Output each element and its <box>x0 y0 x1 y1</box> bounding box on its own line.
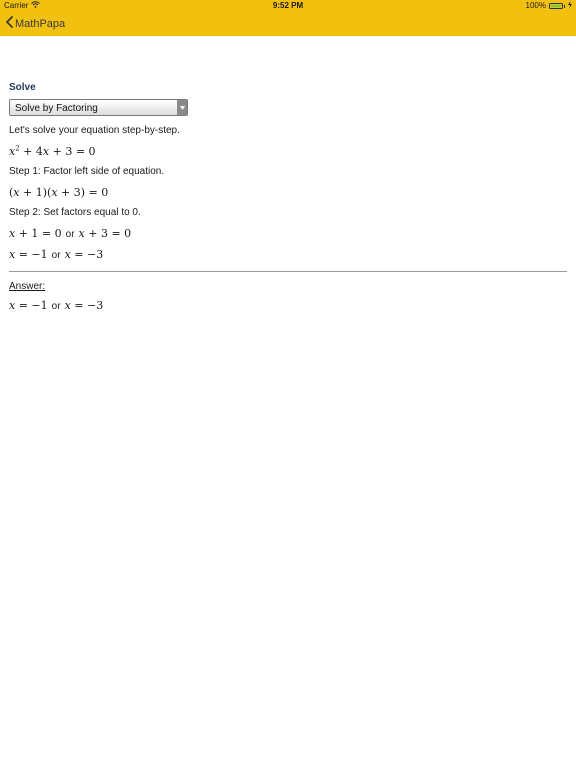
method-select-value: Solve by Factoring <box>15 103 98 114</box>
root-left: x = −1 <box>9 248 48 261</box>
or-text: or <box>65 229 75 240</box>
status-bar: Carrier 9:52 PM 100% <box>0 0 576 12</box>
or-text: or <box>51 301 61 312</box>
equation: x2 + 4x + 3 = 0 <box>9 145 567 159</box>
factored-equation: (x + 1)(x + 3) = 0 <box>9 186 567 200</box>
solve-heading: Solve <box>9 82 36 93</box>
factor-right: x + 3 = 0 <box>78 227 132 240</box>
divider <box>9 271 567 272</box>
factor-left: x + 1 = 0 <box>9 227 62 240</box>
factors-equal-zero: x + 1 = 0 or x + 3 = 0 <box>9 227 567 242</box>
factored-text: (x + 1)(x + 3) = 0 <box>9 186 109 199</box>
answer: x = −1 or x = −3 <box>9 299 567 314</box>
battery-icon <box>549 3 563 9</box>
battery-tip <box>564 4 565 8</box>
battery-percent: 100% <box>525 1 546 10</box>
step-1-text: Step 1: Factor left side of equation. <box>9 166 165 177</box>
root-right: x = −3 <box>64 248 104 261</box>
answer-right: x = −3 <box>64 299 104 312</box>
status-right: 100% <box>526 0 572 12</box>
status-time: 9:52 PM <box>272 1 304 10</box>
back-button[interactable]: MathPapa <box>6 16 65 31</box>
method-select[interactable]: Solve by Factoring <box>9 99 188 116</box>
equation-text: x2 + 4x + 3 = 0 <box>9 144 96 158</box>
answer-heading: Answer: <box>9 281 46 292</box>
roots: x = −1 or x = −3 <box>9 248 567 263</box>
or-text: or <box>51 250 61 261</box>
back-label: MathPapa <box>15 17 66 30</box>
charging-icon <box>568 0 572 12</box>
dropdown-arrow-icon <box>177 100 187 115</box>
step-2-text: Step 2: Set factors equal to 0. <box>9 207 141 218</box>
navigation-bar: MathPapa <box>0 12 576 36</box>
chevron-left-icon <box>6 16 15 31</box>
solution-content: Solve Solve by Factoring Let's solve you… <box>9 82 567 320</box>
answer-left: x = −1 <box>9 299 48 312</box>
intro-text: Let's solve your equation step-by-step. <box>9 125 180 136</box>
